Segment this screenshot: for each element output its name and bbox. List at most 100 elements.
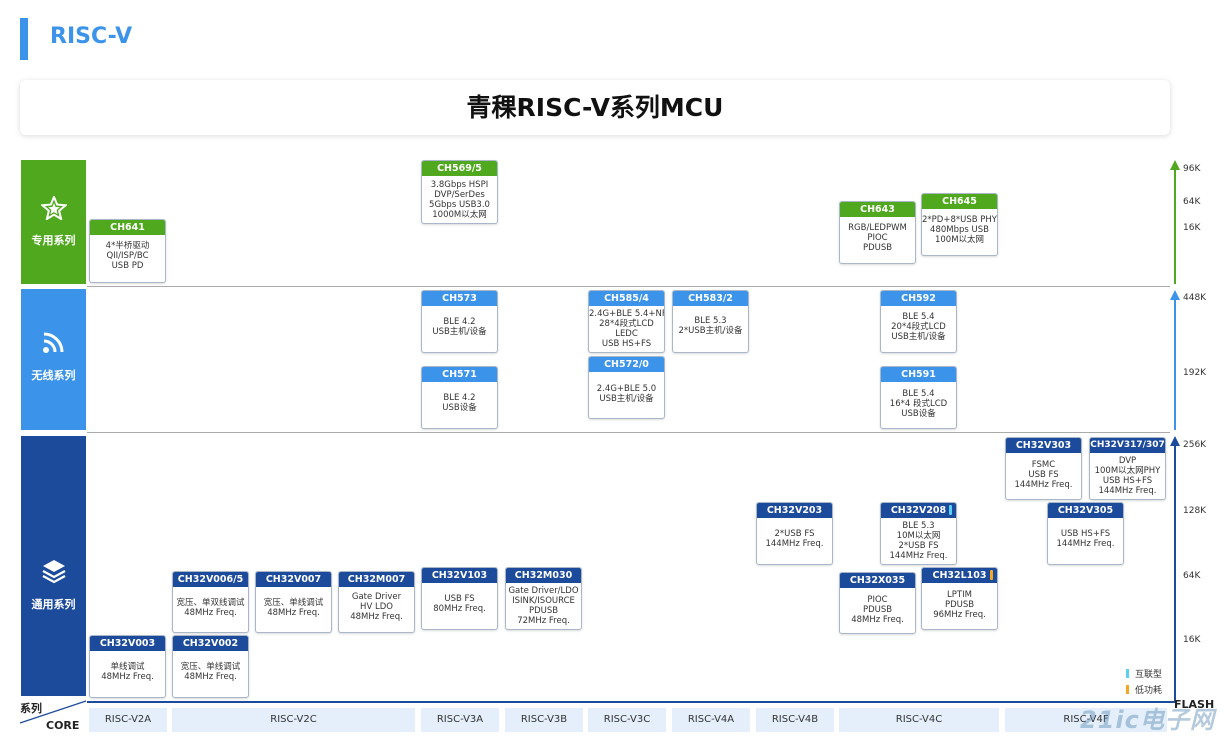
chip-feature: 480Mbps USB <box>930 225 989 235</box>
chip-card-ch32v317[interactable]: CH32V317/307 DVP 100M以太网PHY USB HS+FS 14… <box>1089 437 1166 500</box>
layers-icon <box>21 558 86 584</box>
chip-card-ch573[interactable]: CH573 BLE 4.2 USB主机/设备 <box>421 290 498 353</box>
chip-feature: USB FS <box>444 594 475 604</box>
flash-axis-general <box>1174 444 1176 702</box>
chip-feature: 144MHz Freq. <box>1098 486 1157 496</box>
core-cell: RISC-V4C <box>839 708 999 732</box>
series-axis-label: 系列 <box>20 702 42 715</box>
chip-feature: USB设备 <box>442 403 477 413</box>
chip-feature: 20*4段式LCD <box>891 322 946 332</box>
chip-feature: DVP <box>1118 456 1137 466</box>
chip-card-ch569[interactable]: CH569/5 3.8Gbps HSPI DVP/SerDes 5Gbps US… <box>421 160 498 224</box>
chip-card-ch32v003[interactable]: CH32V003 单线调试 48MHz Freq. <box>89 635 166 698</box>
chip-card-ch32x035[interactable]: CH32X035 PIOC PDUSB 48MHz Freq. <box>839 572 916 634</box>
chip-feature: BLE 5.4 <box>902 312 935 322</box>
chip-name: CH592 <box>881 291 956 306</box>
chip-card-ch32v006[interactable]: CH32V006/5 宽压、单双线调试 48MHz Freq. <box>172 571 249 633</box>
chip-feature: USB HS+FS <box>601 339 652 349</box>
chip-feature: 宽压、单线调试 <box>180 662 241 672</box>
chip-feature: 2*USB FS <box>774 529 815 539</box>
chip-card-ch32m007[interactable]: CH32M007 Gate Driver HV LDO 48MHz Freq. <box>338 571 415 633</box>
chip-name: CH591 <box>881 367 956 382</box>
chip-feature: 48MHz Freq. <box>101 672 154 682</box>
core-axis-rule <box>87 701 1177 703</box>
section-wireless: 无线系列 <box>21 289 86 430</box>
chip-card-ch592[interactable]: CH592 BLE 5.4 20*4段式LCD USB主机/设备 <box>880 290 957 353</box>
chip-feature: 100M以太网PHY <box>1094 466 1161 476</box>
chip-name: CH569/5 <box>422 161 497 176</box>
chip-card-ch571[interactable]: CH571 BLE 4.2 USB设备 <box>421 366 498 429</box>
chip-card-ch32v007[interactable]: CH32V007 宽压、单线调试 48MHz Freq. <box>255 571 332 633</box>
chip-card-ch32v203[interactable]: CH32V203 2*USB FS 144MHz Freq. <box>756 502 833 565</box>
chip-feature: 2*PD+8*USB PHY <box>922 215 997 225</box>
chip-name: CH32V208 <box>881 503 956 518</box>
chip-name: CH32V003 <box>90 636 165 651</box>
chip-feature: BLE 5.3 <box>902 521 935 531</box>
chip-card-ch32v303[interactable]: CH32V303 FSMC USB FS 144MHz Freq. <box>1005 437 1082 500</box>
chip-feature: USB主机/设备 <box>599 394 654 404</box>
chip-card-ch641[interactable]: CH641 4*半桥驱动 QII/ISP/BC USB PD <box>89 219 166 283</box>
chip-card-ch591[interactable]: CH591 BLE 5.4 16*4 段式LCD USB设备 <box>880 366 957 429</box>
chip-name: CH573 <box>422 291 497 306</box>
chip-feature: BLE 5.4 <box>902 389 935 399</box>
chip-feature: PDUSB <box>944 600 975 610</box>
chip-card-ch32m030[interactable]: CH32M030 Gate Driver/LDO ISINK/ISOURCE P… <box>505 567 582 630</box>
chip-feature: 48MHz Freq. <box>851 615 904 625</box>
chip-feature: USB PD <box>111 261 144 271</box>
chip-name: CH32V006/5 <box>173 572 248 587</box>
chip-feature: 3.8Gbps HSPI <box>430 180 489 190</box>
flash-tick: 16K <box>1183 223 1201 233</box>
chip-card-ch585[interactable]: CH585/4 2.4G+BLE 5.4+NFC 28*4段式LCD LEDC … <box>588 290 665 353</box>
chip-feature: USB HS+FS <box>1060 529 1111 539</box>
chip-card-ch32l103[interactable]: CH32L103 LPTIM PDUSB 96MHz Freq. <box>921 567 998 630</box>
chip-name: CH32X035 <box>840 573 915 588</box>
interconnect-marker <box>949 505 952 515</box>
chip-name: CH641 <box>90 220 165 235</box>
chip-card-ch572[interactable]: CH572/0 2.4G+BLE 5.0 USB主机/设备 <box>588 356 665 419</box>
chip-card-ch32v305[interactable]: CH32V305 USB HS+FS 144MHz Freq. <box>1047 502 1124 565</box>
core-cell: RISC-V2C <box>172 708 415 732</box>
chip-name: CH32L103 <box>922 568 997 583</box>
flash-axis-wireless <box>1174 298 1176 430</box>
watermark: 21ic电子网 <box>1080 706 1215 734</box>
section-special: 专用系列 <box>21 160 86 284</box>
section-wireless-label: 无线系列 <box>31 369 76 382</box>
chip-card-ch32v208[interactable]: CH32V208 BLE 5.3 10M以太网 2*USB FS 144MHz … <box>880 502 957 565</box>
chip-feature: 5Gbps USB3.0 <box>429 200 490 210</box>
chip-name: CH32M030 <box>506 568 581 583</box>
chip-feature: LPTIM <box>947 590 972 600</box>
flash-tick: 128K <box>1183 506 1207 516</box>
chip-name: CH32M007 <box>339 572 414 587</box>
chip-card-ch583[interactable]: CH583/2 BLE 5.3 2*USB主机/设备 <box>672 290 749 353</box>
flash-tick: 64K <box>1183 571 1201 581</box>
chip-card-ch32v103[interactable]: CH32V103 USB FS 80MHz Freq. <box>421 567 498 630</box>
chip-name: CH32V002 <box>173 636 248 651</box>
arrow-up-icon <box>1170 436 1180 446</box>
core-cell: RISC-V4B <box>756 708 834 732</box>
arrow-up-icon <box>1170 160 1180 170</box>
core-axis-label: CORE <box>46 719 80 732</box>
chip-feature: 2*USB FS <box>898 541 939 551</box>
chip-feature: 80MHz Freq. <box>433 604 486 614</box>
chip-feature: USB HS+FS <box>1102 476 1153 486</box>
title-card: 青稞RISC-V系列MCU <box>20 80 1170 135</box>
chip-feature: 1000M以太网 <box>432 210 487 220</box>
chip-card-ch643[interactable]: CH643 RGB/LEDPWM PIOC PDUSB <box>839 201 916 264</box>
chip-card-ch32v002[interactable]: CH32V002 宽压、单线调试 48MHz Freq. <box>172 635 249 698</box>
chip-feature: 72MHz Freq. <box>517 616 570 626</box>
chip-feature: 宽压、单线调试 <box>263 598 324 608</box>
chip-card-ch645[interactable]: CH645 2*PD+8*USB PHY 480Mbps USB 100M以太网 <box>921 193 998 256</box>
chip-feature: 48MHz Freq. <box>184 608 237 618</box>
core-cell: RISC-V3B <box>505 708 583 732</box>
arrow-up-icon <box>1170 290 1180 300</box>
star-icon <box>21 196 86 220</box>
chip-feature: USB主机/设备 <box>432 327 487 337</box>
chip-feature: 100M以太网 <box>934 235 985 245</box>
chip-feature: HV LDO <box>360 602 393 612</box>
chip-name: CH572/0 <box>589 357 664 372</box>
legend-swatch <box>1126 669 1129 678</box>
chip-feature: BLE 4.2 <box>443 317 476 327</box>
chip-feature: 48MHz Freq. <box>350 612 403 622</box>
wireless-icon <box>21 331 86 355</box>
core-cell: RISC-V4A <box>672 708 750 732</box>
